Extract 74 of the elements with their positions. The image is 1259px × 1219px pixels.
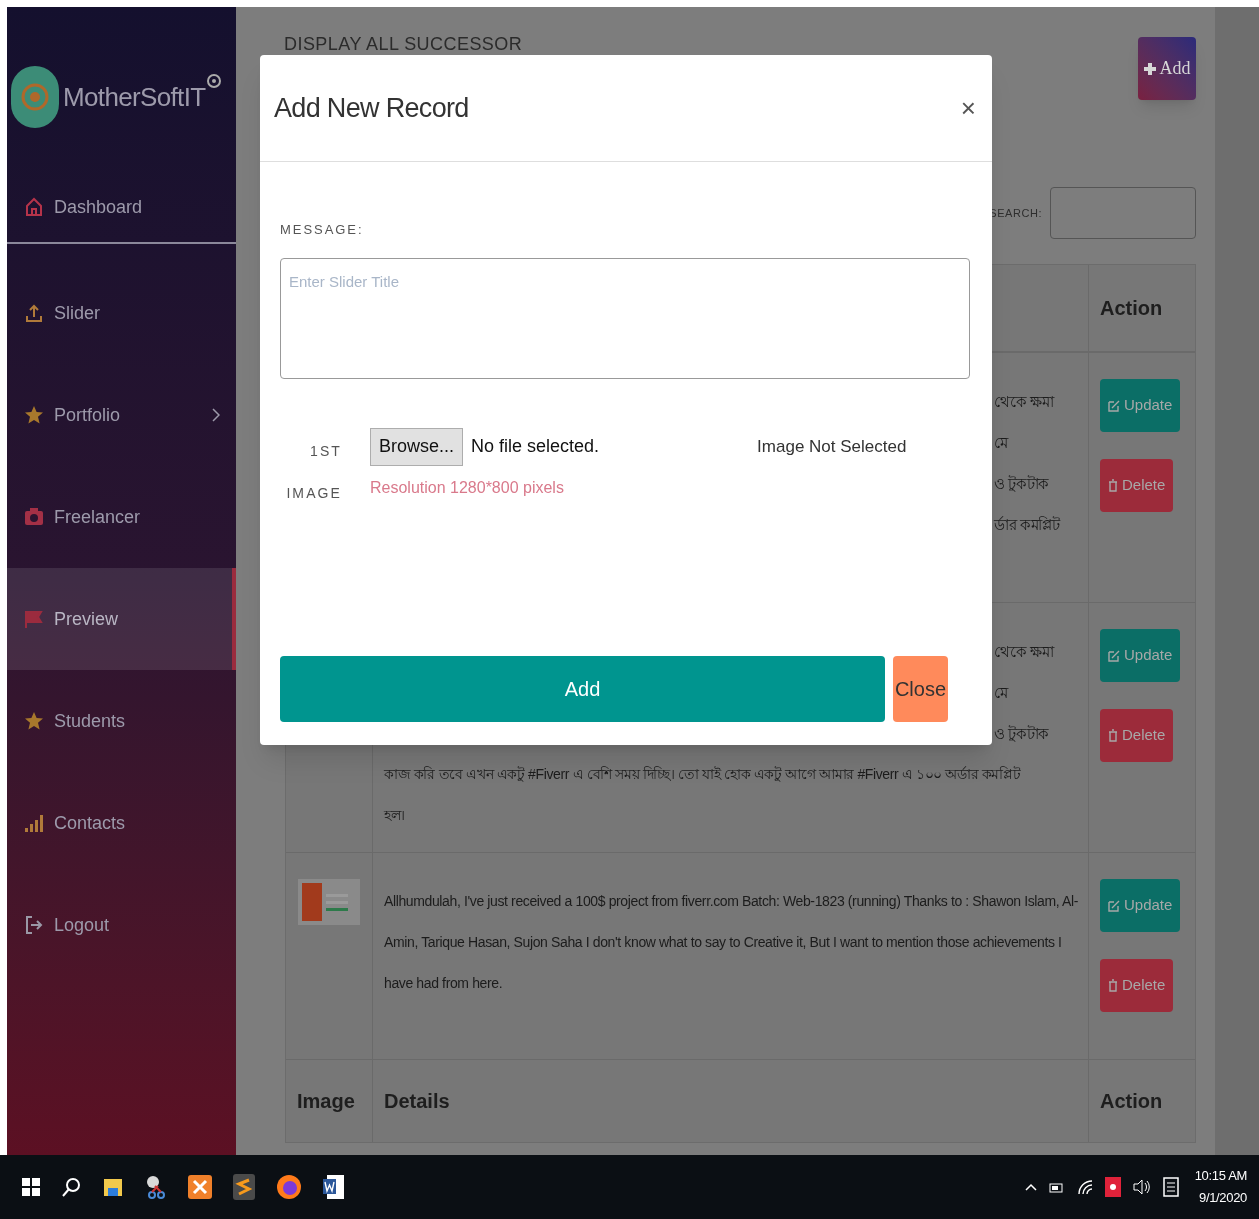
sidebar-item[interactable]: Logout xyxy=(7,874,236,976)
trash-icon xyxy=(1108,979,1118,992)
word-icon[interactable] xyxy=(323,1174,345,1200)
folder-icon[interactable] xyxy=(102,1176,124,1198)
battery-icon[interactable] xyxy=(1048,1180,1065,1194)
brand-name: MotherSoftIT xyxy=(63,80,206,114)
home-icon xyxy=(24,197,44,217)
bar-chart-icon xyxy=(24,813,44,833)
trash-icon xyxy=(1108,479,1118,492)
star-icon xyxy=(24,711,44,731)
clock-date[interactable]: 9/1/2020 xyxy=(1199,1187,1247,1209)
search-field[interactable] xyxy=(1050,187,1196,239)
sidebar-item[interactable]: Portfolio xyxy=(7,364,236,466)
delete-button[interactable]: Delete xyxy=(1100,459,1174,512)
edit-icon xyxy=(1108,899,1120,912)
search-label: SEARCH: xyxy=(989,205,1042,221)
clock-time[interactable]: 10:15 AM xyxy=(1194,1165,1247,1187)
modal-title: Add New Record xyxy=(274,91,469,125)
details-text: ও টুকটাক xyxy=(994,474,1049,494)
details-text: হল। xyxy=(384,806,406,825)
column-header: Details xyxy=(384,1089,450,1114)
edit-icon xyxy=(1108,399,1120,412)
search-icon[interactable] xyxy=(61,1177,81,1197)
add-button[interactable]: Add xyxy=(280,655,885,722)
sidebar-item[interactable]: Preview xyxy=(7,568,236,670)
add-button[interactable]: Add xyxy=(1138,37,1196,100)
close-button[interactable]: × xyxy=(960,88,976,128)
sublime-icon[interactable] xyxy=(233,1174,255,1200)
trash-icon xyxy=(1108,729,1118,742)
edit-icon xyxy=(1108,649,1120,662)
page-title: DISPLAY ALL SUCCESSOR xyxy=(284,33,523,56)
speaker-icon[interactable] xyxy=(1132,1179,1151,1195)
details-text: থেকে ক্ষমা xyxy=(994,642,1054,662)
record-icon[interactable] xyxy=(1104,1177,1121,1197)
sidebar-item[interactable]: Contacts xyxy=(7,772,236,874)
details-text: Allhumdulah, I've just received a 100$ project from fiverr.com Batch: Web-1823 (running) Thanks to : Shawon Islam, Al-Amin, Tarique Hasan, Sujon Saha I don't know what to say to Creative it, But I want to mention those achievements I have had from here. xyxy=(384,892,1080,993)
column-header: Action xyxy=(1100,1089,1163,1114)
browse-button[interactable]: Browse... xyxy=(370,427,464,466)
toggle-icon[interactable] xyxy=(206,73,222,89)
chevron-up-icon[interactable] xyxy=(1024,1183,1037,1191)
field-label: 1ST IMAGE xyxy=(285,441,342,503)
upload-icon xyxy=(24,303,44,323)
firefox-icon[interactable] xyxy=(276,1174,302,1200)
details-text: থেকে ক্ষমা xyxy=(994,392,1054,412)
delete-button[interactable]: Delete xyxy=(1100,959,1174,1012)
delete-button[interactable]: Delete xyxy=(1100,709,1174,762)
details-text: মে xyxy=(994,683,1008,703)
windows-icon[interactable] xyxy=(22,1178,40,1196)
field-label: MESSAGE: xyxy=(280,221,365,239)
star-icon xyxy=(24,405,44,425)
close-button[interactable]: Close xyxy=(893,655,948,722)
flag-icon xyxy=(24,609,44,629)
column-header: Image xyxy=(297,1089,355,1114)
details-text: র্ডার কমপ্লিট xyxy=(994,515,1060,535)
scissors-icon[interactable] xyxy=(145,1174,167,1200)
details-text: মে xyxy=(994,433,1008,453)
xampp-icon[interactable] xyxy=(188,1175,212,1199)
hint-text: Resolution 1280*800 pixels xyxy=(370,477,565,498)
logo-icon xyxy=(11,66,59,128)
column-header: Action xyxy=(1099,296,1164,321)
sidebar-item[interactable]: Dashboard xyxy=(7,172,236,242)
sidebar-item[interactable]: Slider xyxy=(7,262,236,364)
notification-icon[interactable] xyxy=(1162,1177,1179,1197)
wifi-icon[interactable] xyxy=(1076,1179,1093,1195)
file-status: No file selected. xyxy=(471,435,600,458)
image-status: Image Not Selected xyxy=(757,435,907,458)
camera-icon xyxy=(24,507,44,527)
sidebar-item[interactable]: Students xyxy=(7,670,236,772)
plus-icon xyxy=(1143,62,1156,75)
details-text: ও টুকটাক xyxy=(994,724,1049,744)
details-text: কাজ করি তবে এখন একটু #Fiverr এ বেশি সময় দিচ্ছি। তো যাই হোক একটু আগে আমার #Fiverr এ ১০০ অর্ডার কমপ্লিট xyxy=(384,765,1022,784)
message-field[interactable]: Enter Slider Title xyxy=(280,257,970,379)
logout-icon xyxy=(24,915,44,935)
sidebar-item[interactable]: Freelancer xyxy=(7,466,236,568)
